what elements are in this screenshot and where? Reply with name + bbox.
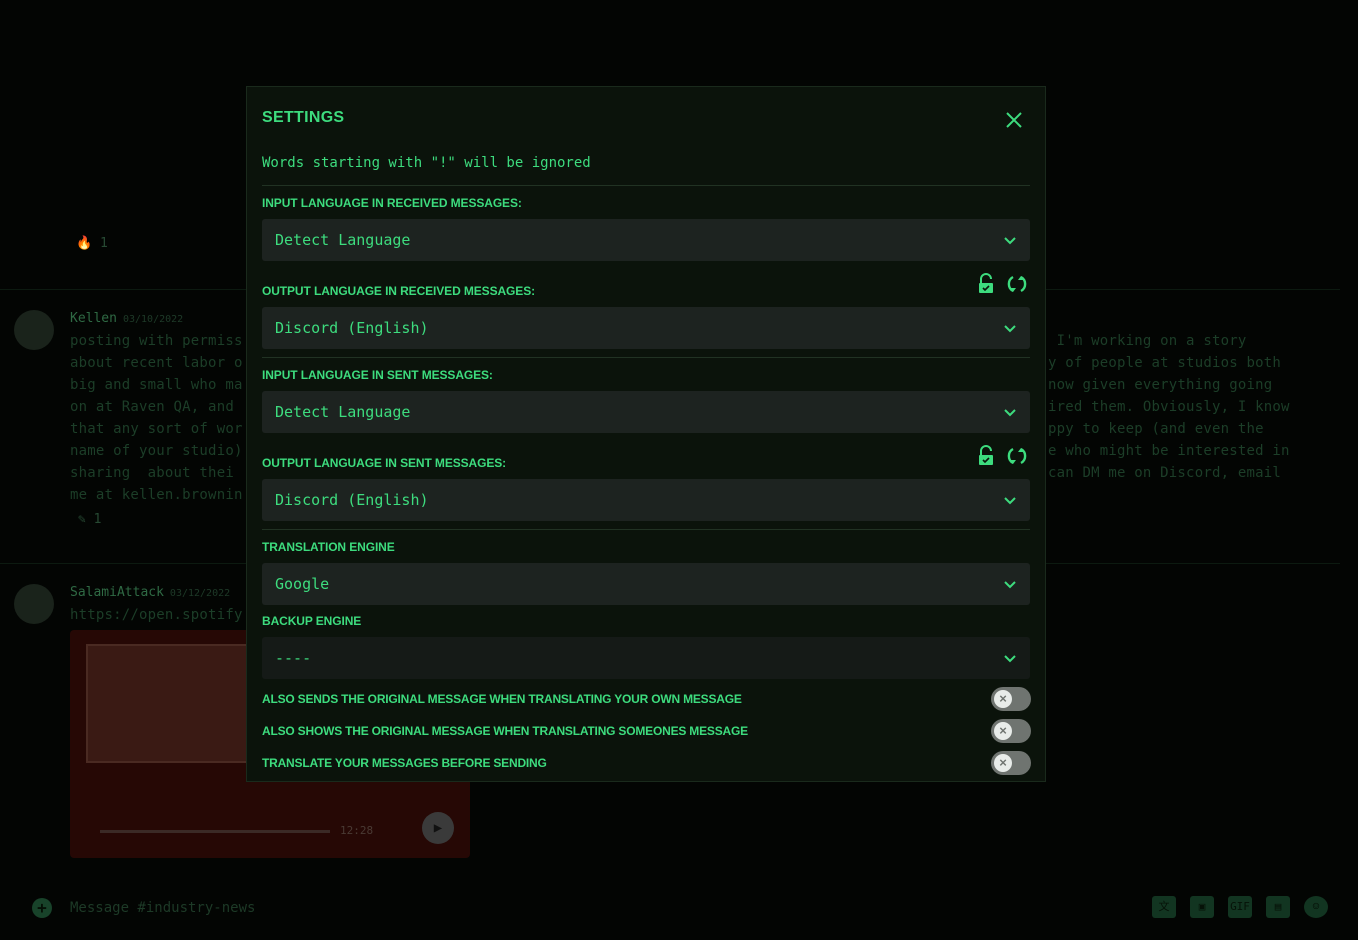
select-value: Discord (English) <box>275 319 429 337</box>
avatar[interactable] <box>14 310 54 350</box>
output-sent-select[interactable]: Discord (English) <box>262 479 1030 521</box>
message-line: posting with permiss <box>70 333 243 349</box>
message-composer[interactable]: + Message #industry-news 文 ▣ GIF ▤ ☺ <box>30 896 1350 922</box>
divider <box>262 357 1030 358</box>
swap-icon[interactable] <box>1005 445 1029 467</box>
divider <box>262 185 1030 186</box>
output-received-label: OUTPUT LANGUAGE IN RECEIVED MESSAGES: <box>262 284 535 298</box>
chevron-down-icon <box>1004 237 1016 245</box>
engine-label: TRANSLATION ENGINE <box>262 540 395 554</box>
translate-icon[interactable]: 文 <box>1152 896 1176 918</box>
toggle-label: ALSO SENDS THE ORIGINAL MESSAGE WHEN TRA… <box>262 692 742 706</box>
chevron-down-icon <box>1004 497 1016 505</box>
settings-modal: SETTINGS Words starting with "!" will be… <box>246 86 1046 782</box>
message-line: me at kellen.brownin <box>70 487 243 503</box>
chevron-down-icon <box>1004 325 1016 333</box>
input-sent-select[interactable]: Detect Language <box>262 391 1030 433</box>
reaction-pencil[interactable]: ✎ 1 <box>78 512 101 527</box>
send-original-toggle[interactable]: × <box>991 687 1031 711</box>
toggle-label: TRANSLATE YOUR MESSAGES BEFORE SENDING <box>262 756 547 770</box>
show-original-toggle[interactable]: × <box>991 719 1031 743</box>
input-sent-label: INPUT LANGUAGE IN SENT MESSAGES: <box>262 368 493 382</box>
gift-icon[interactable]: ▣ <box>1190 896 1214 918</box>
reaction-count: 1 <box>93 512 102 527</box>
modal-title: SETTINGS <box>262 109 345 126</box>
message-line: that any sort of wor <box>70 421 243 437</box>
message-line: name of your studio) <box>70 443 243 459</box>
message-line: e who might be interested in <box>1048 443 1290 459</box>
embed-progress-bar[interactable] <box>100 830 330 833</box>
engine-select[interactable]: Google <box>262 563 1030 605</box>
gif-icon[interactable]: GIF <box>1228 896 1252 918</box>
reaction-fire[interactable]: 🔥 1 <box>76 236 108 251</box>
select-value: Google <box>275 575 330 593</box>
play-icon[interactable]: ▶ <box>422 812 454 844</box>
swap-icon[interactable] <box>1005 273 1029 295</box>
lock-icon[interactable] <box>976 273 996 295</box>
message-header: Kellen 03/10/2022 <box>70 311 183 326</box>
message-link[interactable]: https://open.spotify <box>70 607 243 623</box>
translate-before-send-toggle[interactable]: × <box>991 751 1031 775</box>
ignore-hint: Words starting with "!" will be ignored <box>262 155 591 171</box>
embed-time: 12:28 <box>340 824 374 837</box>
output-sent-label: OUTPUT LANGUAGE IN SENT MESSAGES: <box>262 456 507 470</box>
message-line: big and small who ma <box>70 377 243 393</box>
message-line: sharing about thei <box>70 465 234 481</box>
composer-toolbar: 文 ▣ GIF ▤ ☺ <box>1152 896 1328 918</box>
chevron-down-icon <box>1004 655 1016 663</box>
backup-engine-label: BACKUP ENGINE <box>262 614 362 628</box>
message-line: ppy to keep (and even the <box>1048 421 1264 437</box>
select-value: Discord (English) <box>275 491 429 509</box>
chevron-down-icon <box>1004 581 1016 589</box>
message-author[interactable]: SalamiAttack <box>70 585 164 600</box>
message-line: on at Raven QA, and <box>70 399 234 415</box>
output-received-select[interactable]: Discord (English) <box>262 307 1030 349</box>
embed-artwork <box>86 644 250 763</box>
message-line: now given everything going <box>1048 377 1273 393</box>
message-line: about recent labor o <box>70 355 243 371</box>
message-line: can DM me on Discord, email <box>1048 465 1281 481</box>
add-attachment-icon[interactable]: + <box>32 898 52 918</box>
message-date: 03/10/2022 <box>122 314 184 325</box>
composer-placeholder[interactable]: Message #industry-news <box>70 900 255 916</box>
avatar[interactable] <box>14 584 54 624</box>
emoji-icon[interactable]: ☺ <box>1304 896 1328 918</box>
select-value: ---- <box>275 649 312 667</box>
input-received-select[interactable]: Detect Language <box>262 219 1030 261</box>
message-author[interactable]: Kellen <box>70 311 117 326</box>
close-icon: × <box>994 690 1012 708</box>
sticker-icon[interactable]: ▤ <box>1266 896 1290 918</box>
chevron-down-icon <box>1004 409 1016 417</box>
backup-engine-select[interactable]: ---- <box>262 637 1030 679</box>
divider <box>262 529 1030 530</box>
close-icon: × <box>994 722 1012 740</box>
message-line: ired them. Obviously, I know <box>1048 399 1290 415</box>
select-value: Detect Language <box>275 403 411 421</box>
message-header: SalamiAttack 03/12/2022 <box>70 585 230 600</box>
close-icon: × <box>994 754 1012 772</box>
message-line: y of people at studios both <box>1048 355 1281 371</box>
input-received-label: INPUT LANGUAGE IN RECEIVED MESSAGES: <box>262 196 522 210</box>
message-date: 03/12/2022 <box>169 588 231 599</box>
toggle-label: ALSO SHOWS THE ORIGINAL MESSAGE WHEN TRA… <box>262 724 748 738</box>
message-line: I'm working on a story <box>1048 333 1247 349</box>
select-value: Detect Language <box>275 231 411 249</box>
close-icon[interactable] <box>1003 109 1025 131</box>
lock-icon[interactable] <box>976 445 996 467</box>
